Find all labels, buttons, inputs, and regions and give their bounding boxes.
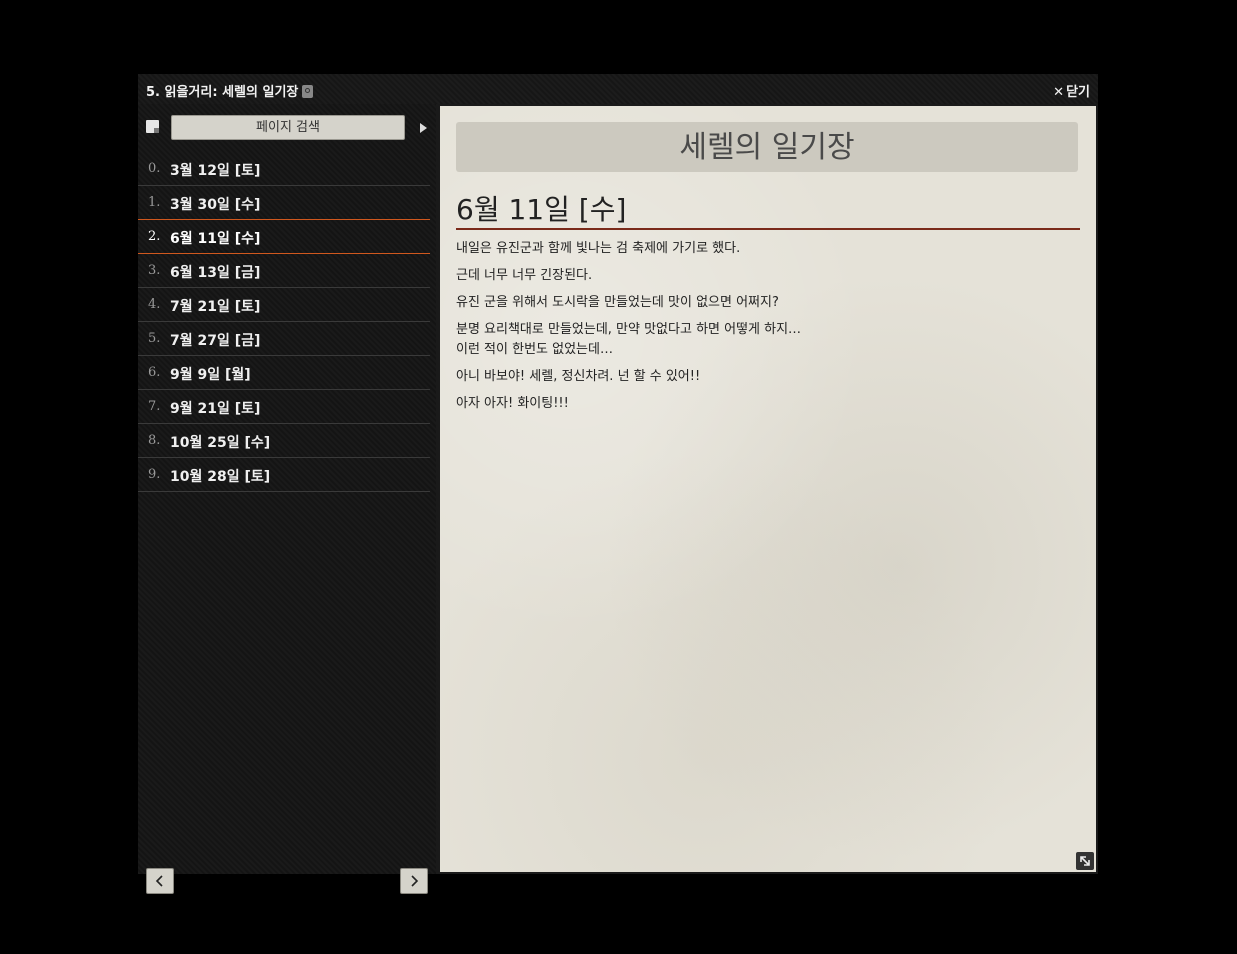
page-number: 5. <box>148 331 161 346</box>
page-label: 6월 13일 [금] <box>170 265 261 281</box>
resize-handle-icon[interactable] <box>1076 852 1094 870</box>
page-list-item[interactable]: 5. 7월 27일 [금] <box>138 322 430 356</box>
page-list-item[interactable]: 6. 9월 9일 [월] <box>138 356 430 390</box>
page-label: 9월 9일 [월] <box>170 367 251 383</box>
page-number: 4. <box>148 297 161 312</box>
page-list: 0. 3월 12일 [토] 1. 3월 30일 [수] 2. 6월 11일 [수] 3… <box>138 152 430 492</box>
page-list-item[interactable]: 7. 9월 21일 [토] <box>138 390 430 424</box>
page-label: 7월 27일 [금] <box>170 333 261 349</box>
page-number: 2. <box>148 229 161 244</box>
page-number: 0. <box>148 161 161 176</box>
chevron-right-icon <box>411 875 419 887</box>
entry-paragraph: 근데 너무 너무 긴장된다. <box>456 268 593 283</box>
play-icon[interactable] <box>420 123 427 133</box>
close-label: 닫기 <box>1066 85 1090 100</box>
page-list-item[interactable]: 9. 10월 28일 [토] <box>138 458 430 492</box>
entry-body: 내일은 유진군과 함께 빛나는 검 축제에 가기로 했다. 근데 너무 너무 긴… <box>456 239 1076 421</box>
page-label: 10월 28일 [토] <box>170 469 271 485</box>
document-title: 세렐의 일기장 <box>456 122 1078 172</box>
page-number: 3. <box>148 263 161 278</box>
document-content: 세렐의 일기장 6월 11일 [수] 내일은 유진군과 함께 빛나는 검 축제에… <box>440 106 1096 872</box>
close-icon: ✕ <box>1053 85 1065 100</box>
page-list-item[interactable]: 3. 6월 13일 [금] <box>138 254 430 288</box>
page-label: 7월 21일 [토] <box>170 299 261 315</box>
window-title: 5. 읽을거리: 세렐의 일기장 <box>146 81 314 100</box>
close-button[interactable]: ✕ 닫기 <box>1053 81 1090 100</box>
window-title-text: 5. 읽을거리: 세렐의 일기장 <box>146 85 299 100</box>
page-search-button[interactable]: 페이지 검색 <box>171 115 405 140</box>
entry-paragraph: 유진 군을 위해서 도시락을 만들었는데 맛이 없으면 어쩌지? <box>456 295 779 310</box>
page-label: 6월 11일 [수] <box>170 231 261 247</box>
page-number: 7. <box>148 399 161 414</box>
page-list-item[interactable]: 1. 3월 30일 [수] <box>138 186 430 220</box>
entry-paragraph: 분명 요리책대로 만들었는데, 만약 맛없다고 하면 어떻게 하지… 이런 적이… <box>456 322 802 357</box>
entry-paragraph: 아자 아자! 화이팅!!! <box>456 396 569 411</box>
title-bar: 5. 읽을거리: 세렐의 일기장 ✕ 닫기 <box>138 74 1098 104</box>
page-label: 9월 21일 [토] <box>170 401 261 417</box>
page-list-item-active[interactable]: 2. 6월 11일 [수] <box>138 219 430 254</box>
page-list-item[interactable]: 0. 3월 12일 [토] <box>138 152 430 186</box>
page-number: 9. <box>148 467 161 482</box>
page-number: 1. <box>148 195 161 210</box>
page-sidebar: 페이지 검색 0. 3월 12일 [토] 1. 3월 30일 [수] 2. 6월 11… <box>138 104 436 894</box>
page-list-item[interactable]: 8. 10월 25일 [수] <box>138 424 430 458</box>
reader-window: 5. 읽을거리: 세렐의 일기장 ✕ 닫기 페이지 검색 0. 3월 12일 [토]… <box>138 74 1098 894</box>
entry-paragraph: 내일은 유진군과 함께 빛나는 검 축제에 가기로 했다. <box>456 241 741 256</box>
page-number: 8. <box>148 433 161 448</box>
page-label: 10월 25일 [수] <box>170 435 271 451</box>
note-icon[interactable] <box>146 120 159 133</box>
next-page-button[interactable] <box>400 868 428 894</box>
page-list-item[interactable]: 4. 7월 21일 [토] <box>138 288 430 322</box>
lock-badge-icon <box>302 85 314 98</box>
entry-heading: 6월 11일 [수] <box>456 192 1080 230</box>
page-number: 6. <box>148 365 161 380</box>
page-label: 3월 12일 [토] <box>170 163 261 179</box>
chevron-left-icon <box>155 875 163 887</box>
entry-paragraph: 아니 바보야! 세렐, 정신차려. 넌 할 수 있어!! <box>456 369 701 384</box>
page-label: 3월 30일 [수] <box>170 197 261 213</box>
prev-page-button[interactable] <box>146 868 174 894</box>
